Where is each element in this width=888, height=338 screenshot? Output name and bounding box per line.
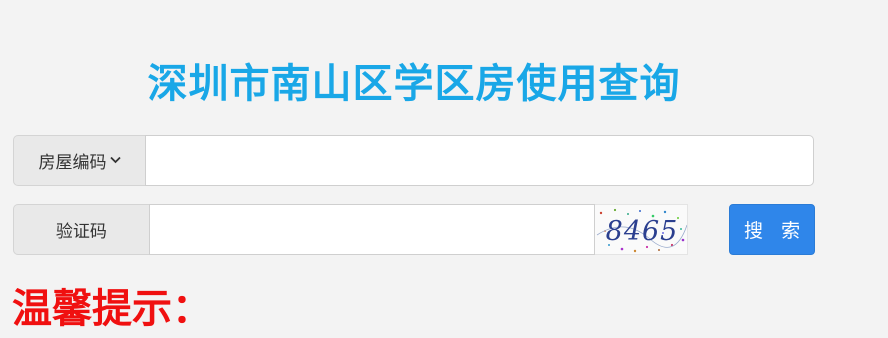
chevron-down-icon	[109, 153, 121, 167]
page-title: 深圳市南山区学区房使用查询	[147, 61, 681, 107]
page: { "header": { "title": "深圳市南山区学区房使用查询" }…	[0, 0, 888, 338]
captcha-input[interactable]	[148, 204, 596, 255]
captcha-image[interactable]: 8465	[595, 204, 689, 255]
captcha-text: 8465	[606, 216, 679, 247]
captcha-label: 验证码	[13, 204, 149, 255]
house-code-input[interactable]	[145, 135, 814, 186]
query-type-label: 房屋编码	[38, 153, 107, 173]
house-code-search-row: 房屋编码	[13, 135, 814, 186]
search-button[interactable]: 搜 索	[729, 204, 815, 255]
captcha-row: 验证码 8465 搜 索	[13, 204, 815, 255]
tips-title: 温馨提示：	[12, 286, 212, 332]
captcha-noise-graphic: 8465	[597, 208, 688, 253]
query-type-dropdown[interactable]: 房屋编码	[13, 135, 145, 186]
